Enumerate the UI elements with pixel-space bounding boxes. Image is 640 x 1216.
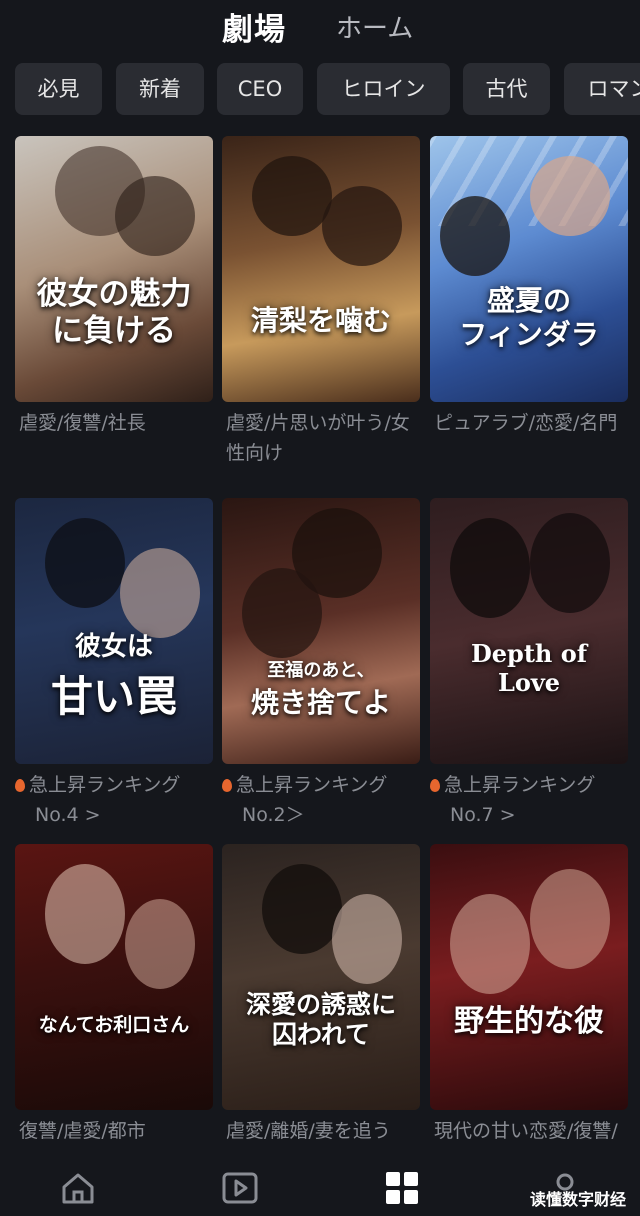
poster-title: 彼女の魅力 に負ける	[36, 276, 192, 350]
chip-romance[interactable]: ロマン	[564, 63, 640, 115]
tags: 現代の甘い恋愛/復讐/甘い恋	[434, 1120, 618, 1142]
chip-heroine[interactable]: ヒロイン	[317, 63, 450, 115]
grid-icon[interactable]	[382, 1168, 422, 1208]
tags: 虐愛/片思いが叶う/女性向け	[226, 412, 410, 464]
tags: 虐愛/離婚/妻を追う	[226, 1120, 391, 1142]
ranking-number: No.7 >	[450, 804, 516, 826]
poster-image[interactable]: なんてお利口さん	[15, 844, 213, 1110]
tags: ピュアラブ/恋愛/名門	[434, 412, 618, 434]
poster-image[interactable]: 彼女の魅力 に負ける	[15, 136, 213, 402]
ranking-number: No.4 >	[35, 804, 101, 826]
poster-image[interactable]: 至福のあと、 焼き捨てよ	[222, 498, 420, 764]
poster-title: 盛夏の フィンダラ	[459, 284, 599, 351]
tab-theater[interactable]: 劇場	[222, 4, 286, 49]
poster-image[interactable]: Depth of Love	[430, 498, 628, 764]
drama-card[interactable]: 野生的な彼 現代の甘い恋愛/復讐/甘い恋	[430, 844, 628, 1154]
chip-new[interactable]: 新着	[116, 63, 204, 115]
poster-title: 深愛の誘惑に 囚われて	[245, 990, 396, 1049]
poster-title: 野生的な彼	[454, 1004, 604, 1039]
tags: 復讐/虐愛/都市	[19, 1120, 146, 1142]
chip-ancient[interactable]: 古代	[463, 63, 550, 115]
poster-image[interactable]: 盛夏の フィンダラ	[430, 136, 628, 402]
tab-home[interactable]: ホーム	[336, 8, 413, 45]
category-chips: 必見 新着 CEO ヒロイン 古代 ロマン	[15, 63, 640, 115]
drama-card[interactable]: 深愛の誘惑に 囚われて 虐愛/離婚/妻を追う	[222, 844, 420, 1154]
poster-subtitle: 彼女は	[74, 632, 153, 662]
drama-card[interactable]: 彼女の魅力 に負ける 虐愛/復讐/社長	[15, 136, 213, 476]
drama-card[interactable]: 至福のあと、 焼き捨てよ 急上昇ランキング No.2＞	[222, 498, 420, 838]
poster-title: Depth of Love	[470, 639, 588, 697]
ranking-label[interactable]: 急上昇ランキング No.4 >	[15, 770, 213, 830]
watermark: 读懂数字财经	[530, 1190, 627, 1209]
ranking-label[interactable]: 急上昇ランキング No.2＞	[222, 770, 420, 830]
header: 劇場 ホーム	[0, 0, 640, 50]
poster-image[interactable]: 彼女は 甘い罠	[15, 498, 213, 764]
poster-subtitle: 至福のあと、	[267, 660, 375, 681]
chip-ceo[interactable]: CEO	[217, 63, 303, 115]
ranking-label[interactable]: 急上昇ランキング No.7 >	[430, 770, 628, 830]
home-icon[interactable]	[58, 1168, 98, 1208]
poster-image[interactable]: 深愛の誘惑に 囚われて	[222, 844, 420, 1110]
poster-title: 清梨を噛む	[250, 304, 391, 337]
drama-card[interactable]: なんてお利口さん 復讐/虐愛/都市	[15, 844, 213, 1154]
flame-icon	[430, 779, 440, 792]
drama-card[interactable]: Depth of Love 急上昇ランキング No.7 >	[430, 498, 628, 838]
poster-image[interactable]: 野生的な彼	[430, 844, 628, 1110]
tags: 虐愛/復讐/社長	[19, 412, 146, 434]
ranking-number: No.2＞	[242, 804, 305, 826]
flame-icon	[15, 779, 25, 792]
drama-card[interactable]: 盛夏の フィンダラ ピュアラブ/恋愛/名門	[430, 136, 628, 476]
chip-must-see[interactable]: 必見	[15, 63, 102, 115]
poster-title: なんてお利口さん	[38, 1014, 190, 1036]
poster-title: 甘い罠	[50, 672, 177, 721]
drama-card[interactable]: 彼女は 甘い罠 急上昇ランキング No.4 >	[15, 498, 213, 838]
flame-icon	[222, 779, 232, 792]
drama-card[interactable]: 清梨を噛む 虐愛/片思いが叶う/女性向け	[222, 136, 420, 476]
poster-title: 焼き捨てよ	[250, 686, 391, 719]
video-icon[interactable]	[220, 1168, 260, 1208]
poster-image[interactable]: 清梨を噛む	[222, 136, 420, 402]
